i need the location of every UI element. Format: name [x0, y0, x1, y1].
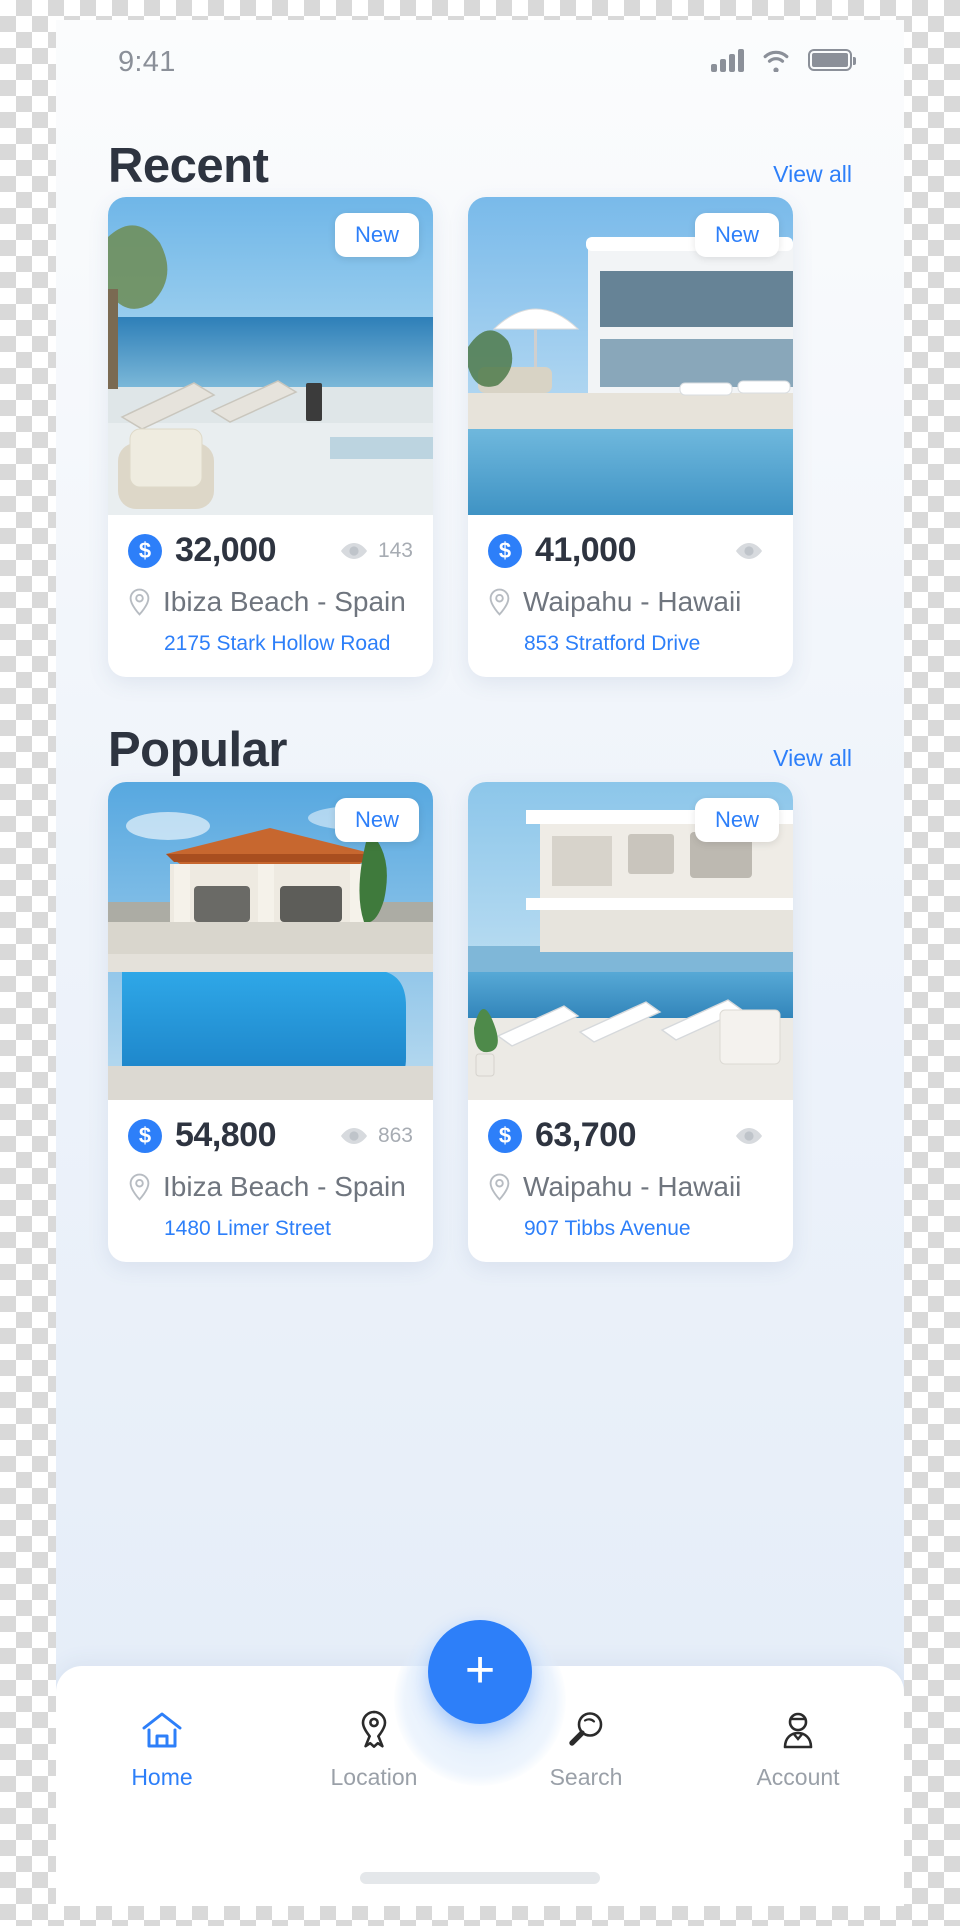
home-icon	[142, 1712, 182, 1748]
dollar-icon: $	[488, 1118, 522, 1153]
price-row: $ 54,800 863	[128, 1116, 413, 1155]
property-price: 54,800	[175, 1116, 277, 1154]
property-card[interactable]: New $ 41,000 Waipahu - Hawaii 853 Stratf…	[468, 197, 793, 677]
status-badge: New	[334, 798, 419, 842]
views-group: 863	[340, 1124, 413, 1148]
property-address-link[interactable]: 2175 Stark Hollow Road	[164, 632, 413, 656]
map-pin-icon	[489, 588, 510, 616]
property-card[interactable]: New $ 54,800 863 Ibiza Beach - Spain 148…	[108, 782, 433, 1262]
property-photo: New	[468, 197, 793, 515]
status-bar-time: 9:41	[118, 46, 176, 78]
map-pin-icon	[129, 588, 150, 616]
phone-screen: 9:41 Recent View all New $ 32,000 143 Ib…	[56, 20, 904, 1906]
view-all-recent-link[interactable]: View all	[773, 161, 852, 188]
views-count: 143	[377, 538, 413, 562]
nav-label-location: Location	[330, 1764, 418, 1790]
nav-items: Home Location Search Account	[56, 1710, 904, 1791]
nav-item-search[interactable]: Search	[480, 1710, 692, 1791]
property-info: $ 32,000 143 Ibiza Beach - Spain 2175 St…	[108, 515, 433, 656]
signal-bars-icon	[711, 48, 744, 72]
eye-icon	[340, 1127, 367, 1144]
location-row: Waipahu - Hawaii	[488, 586, 773, 618]
nav-item-location[interactable]: Location	[268, 1710, 480, 1791]
status-badge: New	[694, 798, 779, 842]
dollar-icon: $	[488, 533, 522, 568]
property-price: 41,000	[535, 531, 637, 569]
views-count: 863	[377, 1123, 413, 1147]
property-photo: New	[108, 782, 433, 1100]
magnifier-icon	[569, 1712, 603, 1746]
status-bar: 9:41	[56, 20, 904, 118]
dollar-icon: $	[128, 1118, 162, 1153]
plus-icon: +	[464, 1641, 496, 1699]
views-group: 143	[340, 539, 413, 563]
eye-icon	[340, 542, 367, 559]
nav-item-account[interactable]: Account	[692, 1710, 904, 1791]
status-bar-icons	[711, 48, 856, 72]
wifi-icon	[763, 50, 789, 72]
property-photo: New	[468, 782, 793, 1100]
battery-icon	[808, 49, 856, 71]
eye-icon	[736, 542, 762, 559]
map-pin-icon	[129, 1173, 150, 1201]
dollar-icon: $	[128, 533, 162, 568]
eye-icon	[736, 1127, 762, 1144]
home-indicator[interactable]	[360, 1872, 600, 1884]
page-title: Recent	[108, 139, 269, 193]
price-row: $ 41,000	[488, 531, 773, 570]
section-header-recent: Recent View all	[56, 138, 904, 194]
property-address-link[interactable]: 853 Stratford Drive	[524, 632, 773, 656]
property-location: Waipahu - Hawaii	[523, 586, 742, 617]
views-group	[735, 1127, 773, 1145]
property-price: 32,000	[175, 531, 277, 569]
nav-item-home[interactable]: Home	[56, 1710, 268, 1791]
views-group	[735, 542, 773, 560]
property-location: Ibiza Beach - Spain	[163, 1171, 406, 1202]
property-info: $ 63,700 Waipahu - Hawaii 907 Tibbs Aven…	[468, 1100, 793, 1241]
view-all-popular-link[interactable]: View all	[773, 745, 852, 772]
price-row: $ 63,700	[488, 1116, 773, 1155]
property-address-link[interactable]: 907 Tibbs Avenue	[524, 1217, 773, 1241]
property-price: 63,700	[535, 1116, 637, 1154]
status-badge: New	[694, 213, 779, 257]
location-row: Waipahu - Hawaii	[488, 1171, 773, 1203]
property-info: $ 41,000 Waipahu - Hawaii 853 Stratford …	[468, 515, 793, 656]
nav-label-search: Search	[549, 1764, 623, 1790]
property-photo: New	[108, 197, 433, 515]
location-pin-icon	[361, 1710, 387, 1748]
popular-cards-rail[interactable]: New $ 54,800 863 Ibiza Beach - Spain 148…	[56, 782, 904, 1282]
section-title-popular: Popular	[108, 723, 287, 777]
property-address-link[interactable]: 1480 Limer Street	[164, 1217, 413, 1241]
property-location: Ibiza Beach - Spain	[163, 586, 406, 617]
nav-label-account: Account	[756, 1764, 840, 1790]
map-pin-icon	[489, 1173, 510, 1201]
property-info: $ 54,800 863 Ibiza Beach - Spain 1480 Li…	[108, 1100, 433, 1241]
property-card[interactable]: New $ 63,700 Waipahu - Hawaii 907 Tibbs …	[468, 782, 793, 1262]
location-row: Ibiza Beach - Spain	[128, 586, 413, 618]
location-row: Ibiza Beach - Spain	[128, 1171, 413, 1203]
add-button[interactable]: +	[428, 1620, 532, 1724]
property-location: Waipahu - Hawaii	[523, 1171, 742, 1202]
status-badge: New	[334, 213, 419, 257]
person-icon	[783, 1712, 813, 1749]
property-card[interactable]: New $ 32,000 143 Ibiza Beach - Spain 217…	[108, 197, 433, 677]
bottom-navigation-bar: + Home Location Search Account	[56, 1614, 904, 1906]
recent-cards-rail[interactable]: New $ 32,000 143 Ibiza Beach - Spain 217…	[56, 197, 904, 697]
price-row: $ 32,000 143	[128, 531, 413, 570]
nav-label-home: Home	[131, 1764, 193, 1790]
section-header-popular: Popular View all	[56, 722, 904, 778]
